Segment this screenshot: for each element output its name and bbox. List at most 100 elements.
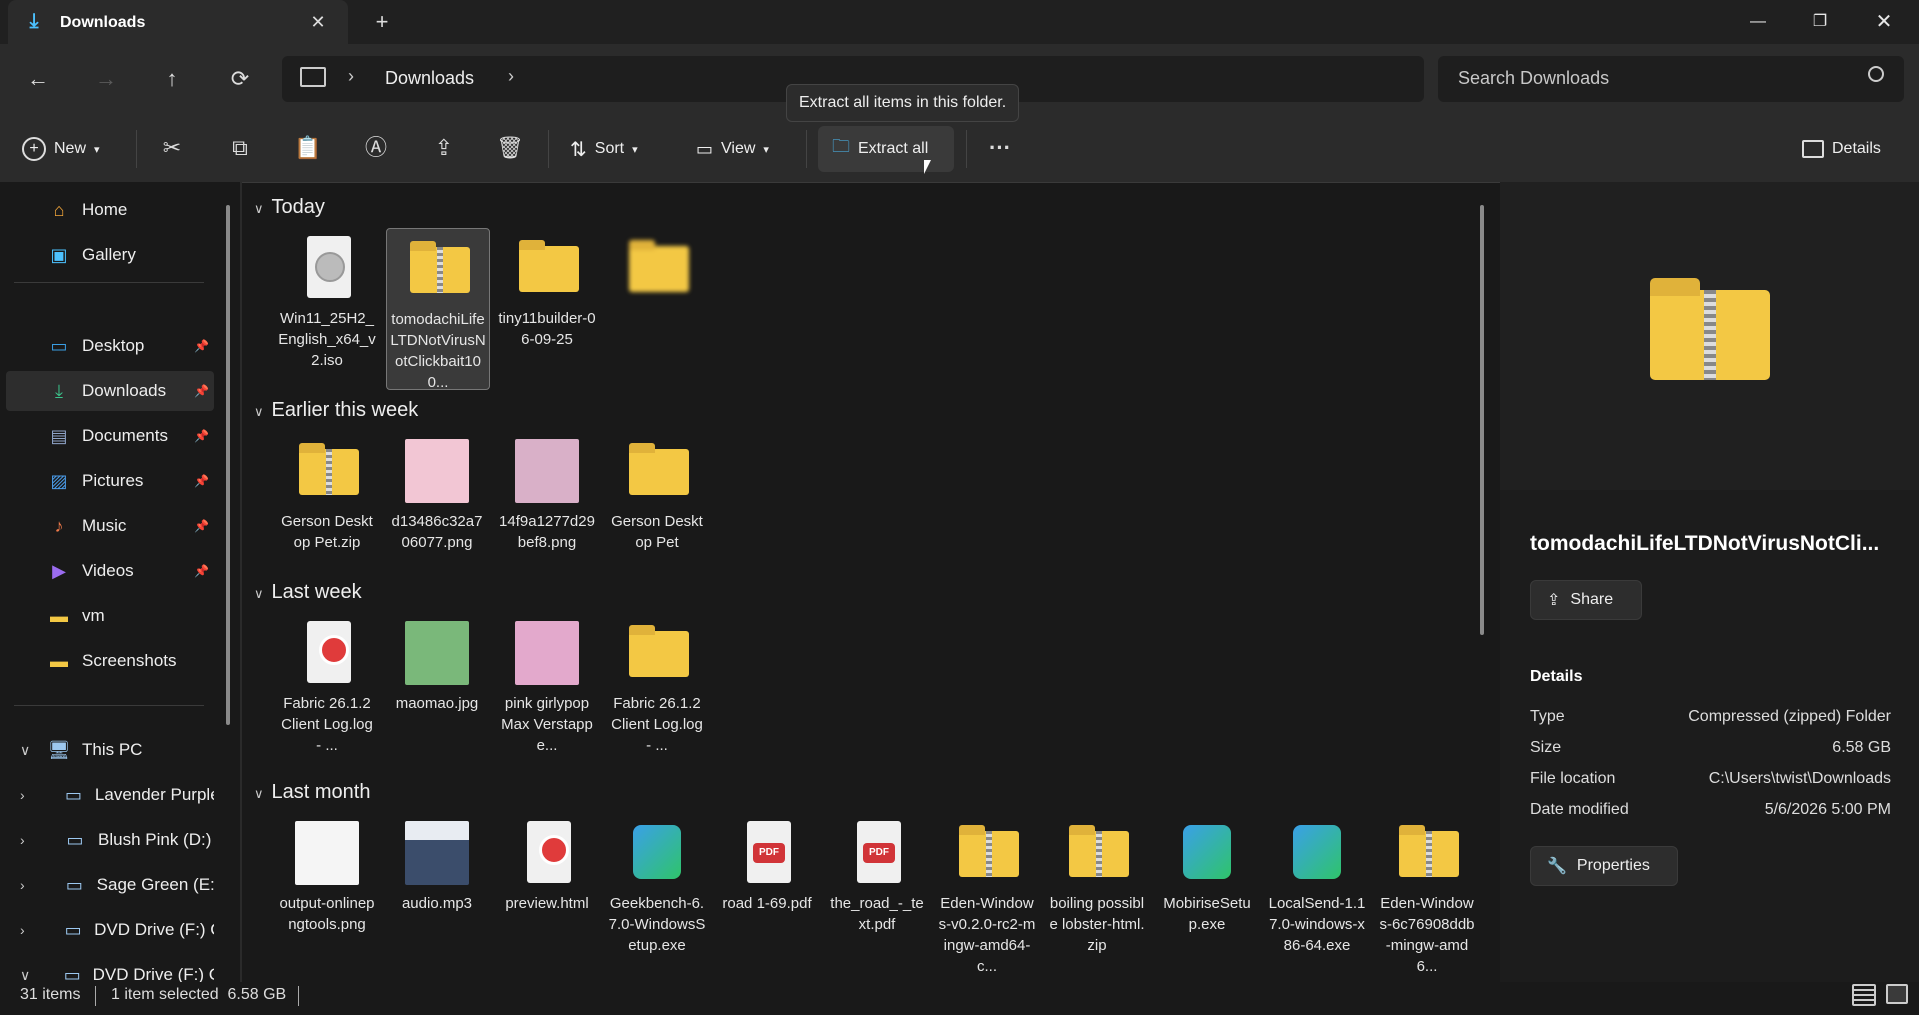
file-item[interactable]: audio.mp3 <box>386 813 488 973</box>
new-tab-icon[interactable]: + <box>366 8 398 36</box>
pdf-icon: PDF <box>837 817 917 889</box>
minimize-icon[interactable]: — <box>1728 0 1788 44</box>
view-button[interactable]: ▭ View ▾ <box>696 132 769 166</box>
file-item[interactable]: Geekbench-6.7.0-WindowsSetup.exe <box>606 813 708 973</box>
chevron-right-icon[interactable]: › <box>20 922 25 938</box>
group-title: Earlier this week <box>271 399 419 421</box>
group-header[interactable]: ∨ Last month <box>254 781 370 804</box>
chevron-down-icon[interactable]: ∨ <box>254 201 264 216</box>
list-view-icon[interactable] <box>1852 984 1876 1006</box>
search-icon[interactable] <box>1868 66 1884 82</box>
file-item[interactable]: Fabric 26.1.2 Client Log.log - ... <box>606 613 708 773</box>
sidebar-scrollbar[interactable] <box>226 205 230 725</box>
file-item[interactable]: Win11_25H2_English_x64_v2.iso <box>276 228 378 388</box>
back-icon[interactable]: ← <box>18 60 58 98</box>
paste-icon[interactable]: 📋 <box>290 130 326 166</box>
status-divider <box>95 986 96 1006</box>
drive-icon: ▭ <box>65 874 83 895</box>
sidebar-item-sage-green-e[interactable]: › ▭ Sage Green (E:) <box>6 865 214 905</box>
this-pc-icon[interactable] <box>300 67 326 87</box>
file-item[interactable]: Fabric 26.1.2 Client Log.log - ... <box>276 613 378 773</box>
forward-icon[interactable]: → <box>86 60 126 98</box>
chevron-right-icon[interactable]: › <box>20 787 25 803</box>
chevron-down-icon[interactable]: ∨ <box>254 586 264 601</box>
sidebar-item-vm[interactable]: ▬ vm <box>6 596 214 636</box>
group-header[interactable]: ∨ Earlier this week <box>254 399 418 422</box>
share-button[interactable]: ⇪ Share <box>1530 580 1642 620</box>
file-item[interactable]: Gerson Desktop Pet <box>606 431 708 591</box>
drive-icon: ▭ <box>64 919 82 940</box>
file-item[interactable]: MobiriseSetup.exe <box>1156 813 1258 973</box>
sidebar-item-pictures[interactable]: ▨ Pictures 📌 <box>6 461 214 501</box>
file-name: preview.html <box>505 895 589 912</box>
zip-folder-icon <box>1057 817 1137 889</box>
file-item[interactable]: 14f9a1277d29bef8.png <box>496 431 598 591</box>
breadcrumb-chevron-icon[interactable]: › <box>348 66 354 87</box>
sort-button[interactable]: ⇅ Sort ▾ <box>570 132 638 166</box>
file-item[interactable]: PDF the_road_-_text.pdf <box>826 813 928 973</box>
file-item[interactable]: boiling possible lobster-html.zip <box>1046 813 1148 973</box>
file-item[interactable]: tomodachiLifeLTDNotVirusNotClickbait100.… <box>386 228 490 391</box>
sidebar-item-blush-pink-d[interactable]: › ▭ Blush Pink (D:) <box>6 820 214 860</box>
file-item[interactable]: output-onlinepngtools.png <box>276 813 378 973</box>
sidebar-item-dvd-drive-f-cc[interactable]: › ▭ DVD Drive (F:) CC <box>6 910 214 950</box>
tab-close-icon[interactable]: ✕ <box>302 8 334 36</box>
sidebar-item-this-pc[interactable]: ∨ 🖥 This PC <box>6 730 214 770</box>
sidebar-item-home[interactable]: ⌂ Home <box>6 190 214 230</box>
sidebar-item-downloads[interactable]: ⤓ Downloads 📌 <box>6 371 214 411</box>
file-item[interactable]: pink girlypop Max Verstappe... <box>496 613 598 773</box>
sidebar-item-lavender-purple[interactable]: › ▭ Lavender Purple ( <box>6 775 214 815</box>
properties-button[interactable]: 🔧 Properties <box>1530 846 1678 886</box>
extract-all-content[interactable]: 🗀 Extract all <box>832 132 928 166</box>
chevron-down-icon[interactable]: ∨ <box>20 967 30 984</box>
sidebar-item-videos[interactable]: ▶ Videos 📌 <box>6 551 214 591</box>
file-item[interactable]: Eden-Windows-v0.2.0-rc2-mingw-amd64-c... <box>936 813 1038 975</box>
file-item[interactable]: tiny11builder-06-09-25 <box>496 228 598 388</box>
detail-value: Compressed (zipped) Folder <box>1688 708 1891 725</box>
file-item[interactable]: Eden-Windows-6c76908ddb-mingw-amd6... <box>1376 813 1478 975</box>
group-header[interactable]: ∨ Today <box>254 196 325 219</box>
file-item[interactable]: Gerson Desktop Pet.zip <box>276 431 378 591</box>
file-item[interactable] <box>606 228 708 388</box>
file-item[interactable]: preview.html <box>496 813 598 973</box>
toolbar-divider <box>136 130 137 168</box>
new-button[interactable]: + New ▾ <box>22 132 100 166</box>
file-item[interactable]: d13486c32a706077.png <box>386 431 488 591</box>
sidebar-item-documents[interactable]: ▤ Documents 📌 <box>6 416 214 456</box>
breadcrumb-chevron-icon[interactable]: › <box>508 66 514 87</box>
file-item[interactable]: maomao.jpg <box>386 613 488 773</box>
sidebar-item-desktop[interactable]: ▭ Desktop 📌 <box>6 326 214 366</box>
chevron-down-icon[interactable]: ∨ <box>254 404 264 419</box>
sidebar-item-gallery[interactable]: ▣ Gallery <box>6 235 214 275</box>
chevron-right-icon[interactable]: › <box>20 877 25 893</box>
chevron-right-icon[interactable]: › <box>20 832 25 848</box>
cut-icon[interactable]: ✂ <box>154 130 190 166</box>
restore-icon[interactable]: ❐ <box>1790 0 1850 44</box>
chevron-down-icon[interactable]: ∨ <box>254 786 264 801</box>
up-icon[interactable]: ↑ <box>152 60 192 98</box>
sidebar-item-screenshots[interactable]: ▬ Screenshots <box>6 641 214 681</box>
more-options-icon[interactable]: ··· <box>982 130 1018 166</box>
breadcrumb-downloads[interactable]: Downloads <box>385 68 474 89</box>
close-icon[interactable]: ✕ <box>1854 0 1914 44</box>
details-section-title: Details <box>1530 668 1583 685</box>
share-icon[interactable]: ⇪ <box>426 130 462 166</box>
content-scrollbar[interactable] <box>1480 205 1484 635</box>
pin-icon: 📌 <box>194 384 209 398</box>
copy-icon[interactable]: ⧉ <box>222 130 258 166</box>
chevron-down-icon[interactable]: ∨ <box>20 742 30 759</box>
file-item[interactable]: PDF road 1-69.pdf <box>716 813 818 973</box>
sidebar-item-music[interactable]: ♪ Music 📌 <box>6 506 214 546</box>
pin-icon: 📌 <box>194 474 209 488</box>
refresh-icon[interactable]: ⟳ <box>220 60 260 98</box>
details-button[interactable]: Details <box>1802 132 1881 166</box>
file-item[interactable]: LocalSend-1.17.0-windows-x86-64.exe <box>1266 813 1368 973</box>
delete-icon[interactable]: 🗑 <box>492 130 528 166</box>
pane-splitter[interactable] <box>240 182 242 982</box>
tiles-view-icon[interactable] <box>1886 984 1908 1004</box>
rename-icon[interactable]: Ⓐ <box>358 130 394 166</box>
pdf-icon: PDF <box>727 817 807 889</box>
group-header[interactable]: ∨ Last week <box>254 581 362 604</box>
tab-downloads[interactable] <box>8 0 348 44</box>
folder-icon <box>617 435 697 507</box>
